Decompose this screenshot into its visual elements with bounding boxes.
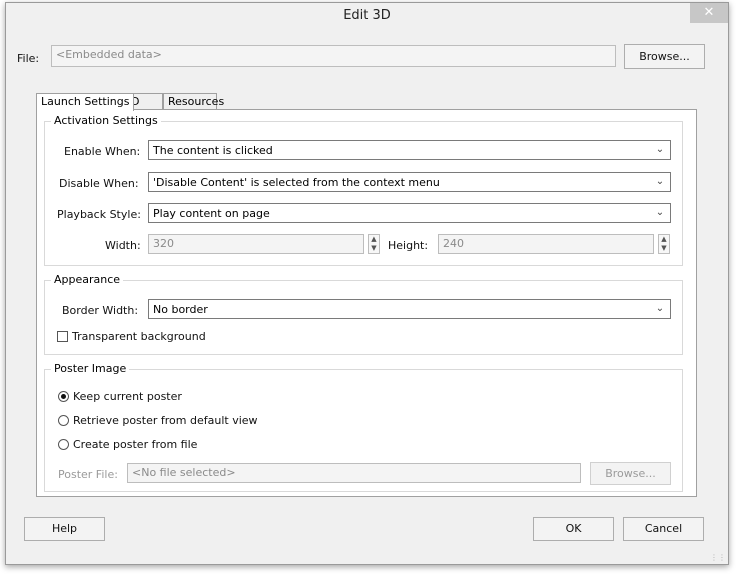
poster-image-title: Poster Image (51, 362, 130, 375)
playback-style-select[interactable]: Play content on page ⌄ (148, 203, 671, 223)
disable-when-value: 'Disable Content' is selected from the c… (153, 176, 440, 189)
poster-browse-button[interactable]: Browse... (590, 462, 671, 485)
retrieve-poster-label: Retrieve poster from default view (73, 414, 258, 427)
file-browse-button[interactable]: Browse... (624, 44, 705, 69)
enable-when-label: Enable When: (64, 145, 141, 158)
height-label: Height: (388, 239, 429, 252)
spin-up-icon: ▲ (371, 235, 377, 243)
poster-file-label: Poster File: (58, 468, 118, 481)
spin-down-icon: ▼ (371, 244, 377, 252)
width-label: Width: (105, 239, 141, 252)
file-label: File: (17, 52, 40, 65)
close-button[interactable]: ✕ (690, 3, 728, 23)
border-width-label: Border Width: (62, 304, 139, 317)
close-icon: ✕ (703, 5, 715, 20)
resize-grip-icon[interactable]: ⋮⋮ (710, 553, 726, 562)
keep-poster-label: Keep current poster (73, 390, 182, 403)
keep-poster-radio[interactable] (58, 391, 69, 402)
height-field[interactable]: 240 (438, 234, 654, 254)
height-spinner[interactable]: ▲ ▼ (658, 234, 670, 254)
tab-launch-settings[interactable]: Launch Settings (36, 93, 135, 111)
cancel-button[interactable]: Cancel (623, 517, 704, 541)
spin-down-icon: ▼ (661, 244, 667, 252)
transparent-background-checkbox[interactable] (57, 331, 68, 342)
width-field[interactable]: 320 (148, 234, 364, 254)
disable-when-label: Disable When: (59, 177, 139, 190)
border-width-select[interactable]: No border ⌄ (148, 299, 671, 319)
poster-file-field[interactable]: <No file selected> (127, 463, 581, 483)
chevron-down-icon: ⌄ (655, 303, 665, 314)
enable-when-select[interactable]: The content is clicked ⌄ (148, 140, 671, 160)
transparent-background-label: Transparent background (72, 330, 206, 343)
chevron-down-icon: ⌄ (655, 144, 665, 155)
spin-up-icon: ▲ (661, 235, 667, 243)
create-poster-radio[interactable] (58, 439, 69, 450)
ok-button[interactable]: OK (533, 517, 614, 541)
activation-settings-title: Activation Settings (51, 114, 161, 127)
retrieve-poster-radio[interactable] (58, 415, 69, 426)
width-spinner[interactable]: ▲ ▼ (368, 234, 380, 254)
border-width-value: No border (153, 303, 208, 316)
chevron-down-icon: ⌄ (655, 176, 665, 187)
title-bar: Edit 3D ✕ (6, 3, 728, 31)
disable-when-select[interactable]: 'Disable Content' is selected from the c… (148, 172, 671, 192)
dialog-title: Edit 3D (343, 8, 391, 23)
tab-panel: Activation Settings Enable When: The con… (36, 109, 697, 497)
playback-style-label: Playback Style: (57, 208, 141, 221)
tab-resources[interactable]: Resources (163, 93, 224, 110)
appearance-title: Appearance (51, 273, 124, 286)
edit-3d-dialog: Edit 3D ✕ File: <Embedded data> Browse..… (5, 2, 729, 565)
file-field[interactable]: <Embedded data> (51, 45, 616, 67)
playback-style-value: Play content on page (153, 207, 270, 220)
enable-when-value: The content is clicked (153, 144, 273, 157)
chevron-down-icon: ⌄ (655, 207, 665, 218)
help-button[interactable]: Help (24, 517, 105, 541)
create-poster-label: Create poster from file (73, 438, 198, 451)
